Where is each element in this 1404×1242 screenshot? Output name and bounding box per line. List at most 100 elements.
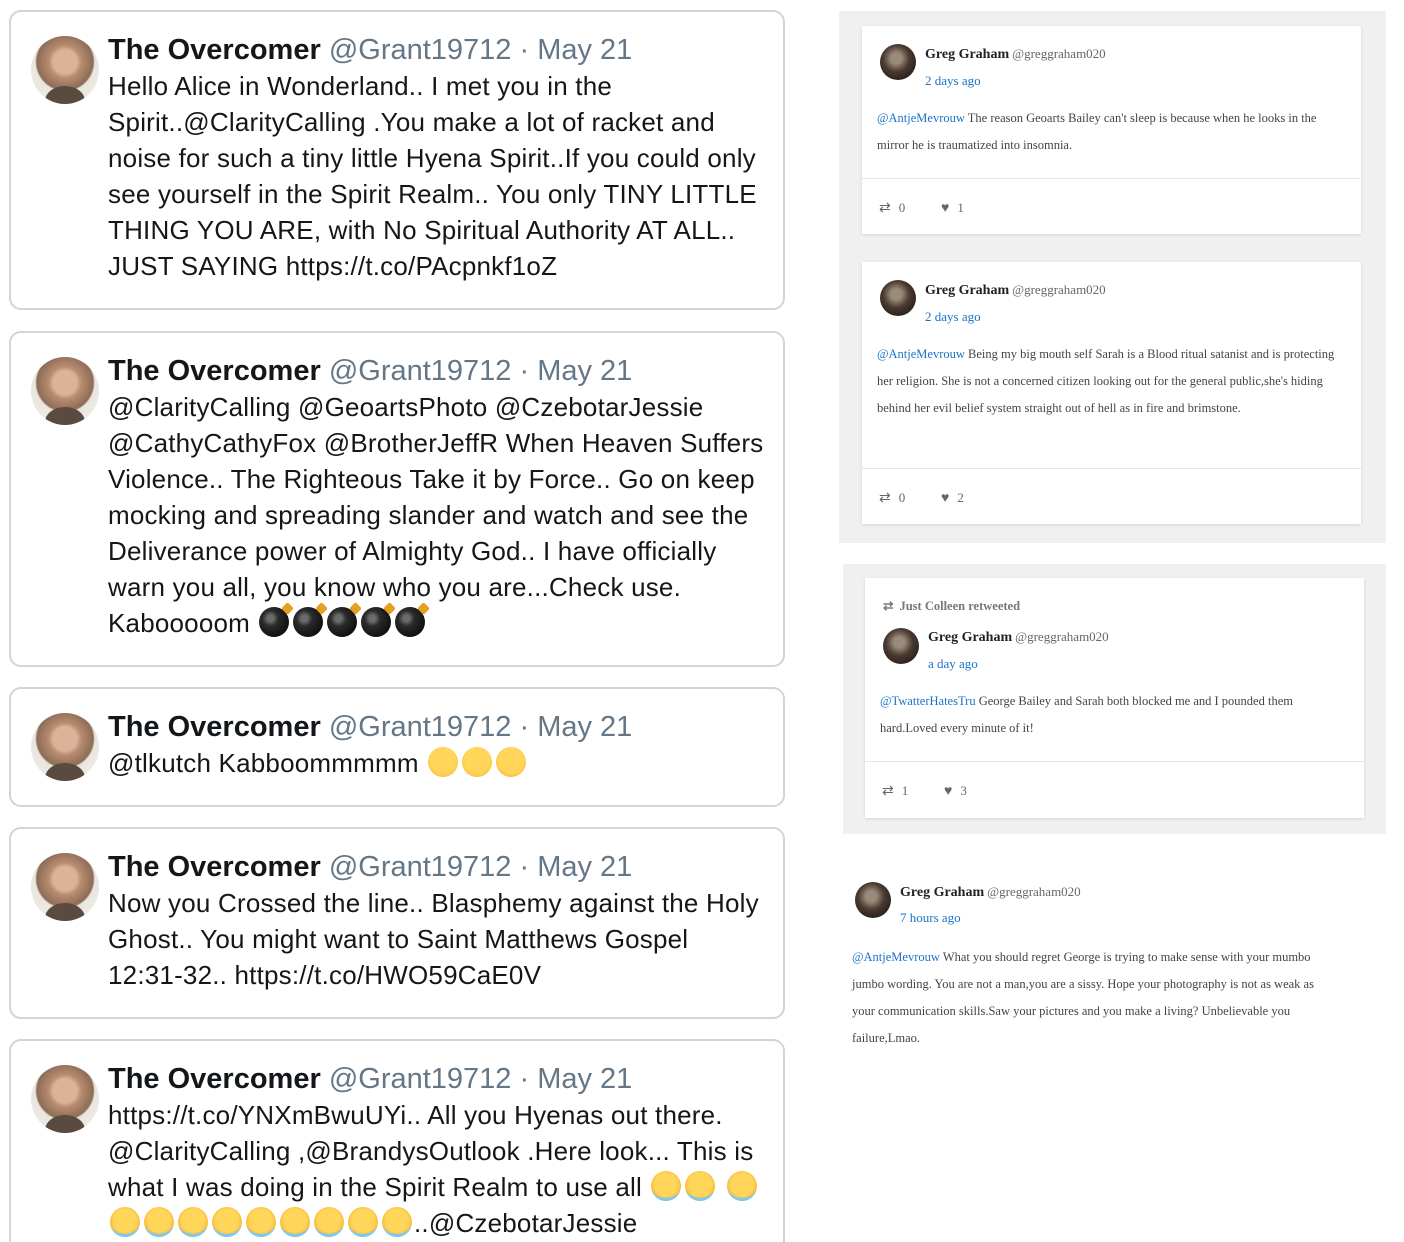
bomb-emoji-icon [361,607,392,637]
avatar[interactable] [880,280,916,316]
tweet-content: The Overcomer @Grant19712 · May 21 @tlku… [108,709,765,781]
post-card[interactable]: Greg Graham @greggraham020 7 hours ago @A… [840,866,1360,1066]
post-time[interactable]: a day ago [928,656,978,672]
like-count: 1 [957,200,964,215]
author-name: Greg Graham [925,47,1010,62]
post-card[interactable]: ⇄ Just Colleen retweeted Greg Graham @greg… [865,578,1364,818]
author-handle: @greggraham020 [987,884,1081,899]
tears-of-joy-emoji-icon [382,1207,412,1237]
tweet-text: Now you Crossed the line.. Blasphemy aga… [108,888,759,990]
retweet-icon: ⇄ [879,201,891,216]
avatar[interactable] [31,357,99,425]
tweet-card[interactable]: The Overcomer @Grant19712 · May 21 https… [9,1039,785,1242]
tweet-author-name[interactable]: The Overcomer [108,1063,321,1095]
avatar[interactable] [31,1065,99,1133]
tears-of-joy-emoji-icon [348,1207,378,1237]
post-card[interactable]: Greg Graham @greggraham020 2 days ago @An… [862,262,1361,524]
divider [865,761,1364,762]
author-name: Greg Graham [928,630,1013,645]
tweet-text-end: ..@CzebotarJessie [414,1208,638,1238]
mention-link[interactable]: @AntjeMevrouw [877,347,965,361]
like-action[interactable]: ♥ 1 [941,200,964,217]
retweet-icon: ⇄ [882,784,894,799]
post-author[interactable]: Greg Graham @greggraham020 [925,282,1106,299]
tweet-author-name[interactable]: The Overcomer [108,355,321,387]
bomb-emoji-icon [395,607,426,637]
tears-of-joy-emoji-icon [212,1207,242,1237]
mention-link[interactable]: @AntjeMevrouw [877,111,965,125]
tweet-author-name[interactable]: The Overcomer [108,711,321,743]
tweet-text: Hello Alice in Wonderland.. I met you in… [108,71,757,281]
tweet-card[interactable]: The Overcomer @Grant19712 · May 21 Hello… [9,10,785,310]
tweet-header: The Overcomer @Grant19712 · May 21 [108,32,765,68]
divider [862,178,1361,179]
heart-icon: ♥ [941,201,950,216]
author-name: Greg Graham [925,283,1010,298]
divider [862,468,1361,469]
tears-of-joy-emoji-icon [651,1171,682,1201]
tweet-handle-date[interactable]: @Grant19712 · May 21 [329,851,632,883]
author-handle: @greggraham020 [1015,629,1109,644]
heart-icon: ♥ [944,784,953,799]
retweet-icon: ⇄ [879,491,891,506]
tears-of-joy-emoji-icon [110,1207,140,1237]
post-author[interactable]: Greg Graham @greggraham020 [928,629,1109,646]
author-handle: @greggraham020 [1012,282,1106,297]
tweet-content: The Overcomer @Grant19712 · May 21 https… [108,1061,765,1241]
retweeted-by-label: Just Colleen retweeted [899,599,1021,613]
tweet-header: The Overcomer @Grant19712 · May 21 [108,353,765,389]
tweet-card[interactable]: The Overcomer @Grant19712 · May 21 @tlku… [9,687,785,807]
author-name: Greg Graham [900,885,985,900]
bomb-emoji-icon [259,607,290,637]
retweet-action[interactable]: ⇄ 0 [879,490,905,507]
retweet-count: 0 [898,200,906,215]
post-text: @TwatterHatesTru George Bailey and Sarah… [880,688,1350,742]
retweet-action[interactable]: ⇄ 1 [882,783,908,800]
tweet-handle-date[interactable]: @Grant19712 · May 21 [329,711,632,743]
post-author[interactable]: Greg Graham @greggraham020 [925,46,1106,63]
post-card[interactable]: Greg Graham @greggraham020 2 days ago @An… [862,26,1361,234]
tweet-card[interactable]: The Overcomer @Grant19712 · May 21 @Clar… [9,331,785,667]
tweet-card[interactable]: The Overcomer @Grant19712 · May 21 Now y… [9,827,785,1019]
smiling-face-emoji-icon [496,747,527,777]
tweet-author-name[interactable]: The Overcomer [108,34,321,66]
tweet-header: The Overcomer @Grant19712 · May 21 [108,1061,765,1097]
avatar[interactable] [31,713,99,781]
retweet-action[interactable]: ⇄ 0 [879,200,905,217]
tweet-author-name[interactable]: The Overcomer [108,851,321,883]
author-handle: @greggraham020 [1012,46,1106,61]
mention-link[interactable]: @TwatterHatesTru [880,694,976,708]
post-time[interactable]: 2 days ago [925,309,981,325]
mention-link[interactable]: @AntjeMevrouw [852,950,940,964]
avatar[interactable] [883,628,919,664]
tweet-text: @ClarityCalling @GeoartsPhoto @CzebotarJ… [108,392,764,638]
heart-icon: ♥ [941,491,950,506]
tweet-text-wrap: @tlkutch Kabboommmmm [108,745,765,781]
post-time[interactable]: 2 days ago [925,73,981,89]
bomb-emoji-icon [293,607,324,637]
tweet-content: The Overcomer @Grant19712 · May 21 Hello… [108,32,765,284]
avatar[interactable] [31,853,99,921]
avatar[interactable] [31,36,99,104]
tweet-handle-date[interactable]: @Grant19712 · May 21 [329,355,632,387]
post-text: @AntjeMevrouw What you should regret Geo… [852,944,1327,1052]
smiling-face-emoji-icon [428,747,459,777]
post-time[interactable]: 7 hours ago [900,910,961,926]
tears-of-joy-emoji-icon [314,1207,344,1237]
bomb-emoji-icon [327,607,358,637]
left-tweet-column: The Overcomer @Grant19712 · May 21 Hello… [0,0,800,1242]
tweet-handle-date[interactable]: @Grant19712 · May 21 [329,34,632,66]
avatar[interactable] [880,44,916,80]
tears-of-joy-emoji-icon [178,1207,208,1237]
tweet-content: The Overcomer @Grant19712 · May 21 Now y… [108,849,765,993]
like-action[interactable]: ♥ 3 [944,783,967,800]
post-author[interactable]: Greg Graham @greggraham020 [900,884,1081,901]
avatar[interactable] [855,882,891,918]
tweet-text-wrap: @ClarityCalling @GeoartsPhoto @CzebotarJ… [108,389,765,641]
tweet-text: @tlkutch Kabboommmmm [108,748,419,778]
retweeted-by: ⇄ Just Colleen retweeted [883,598,1020,614]
tweet-content: The Overcomer @Grant19712 · May 21 @Clar… [108,353,765,641]
tweet-handle-date[interactable]: @Grant19712 · May 21 [329,1063,632,1095]
like-action[interactable]: ♥ 2 [941,490,964,507]
tweet-header: The Overcomer @Grant19712 · May 21 [108,709,765,745]
